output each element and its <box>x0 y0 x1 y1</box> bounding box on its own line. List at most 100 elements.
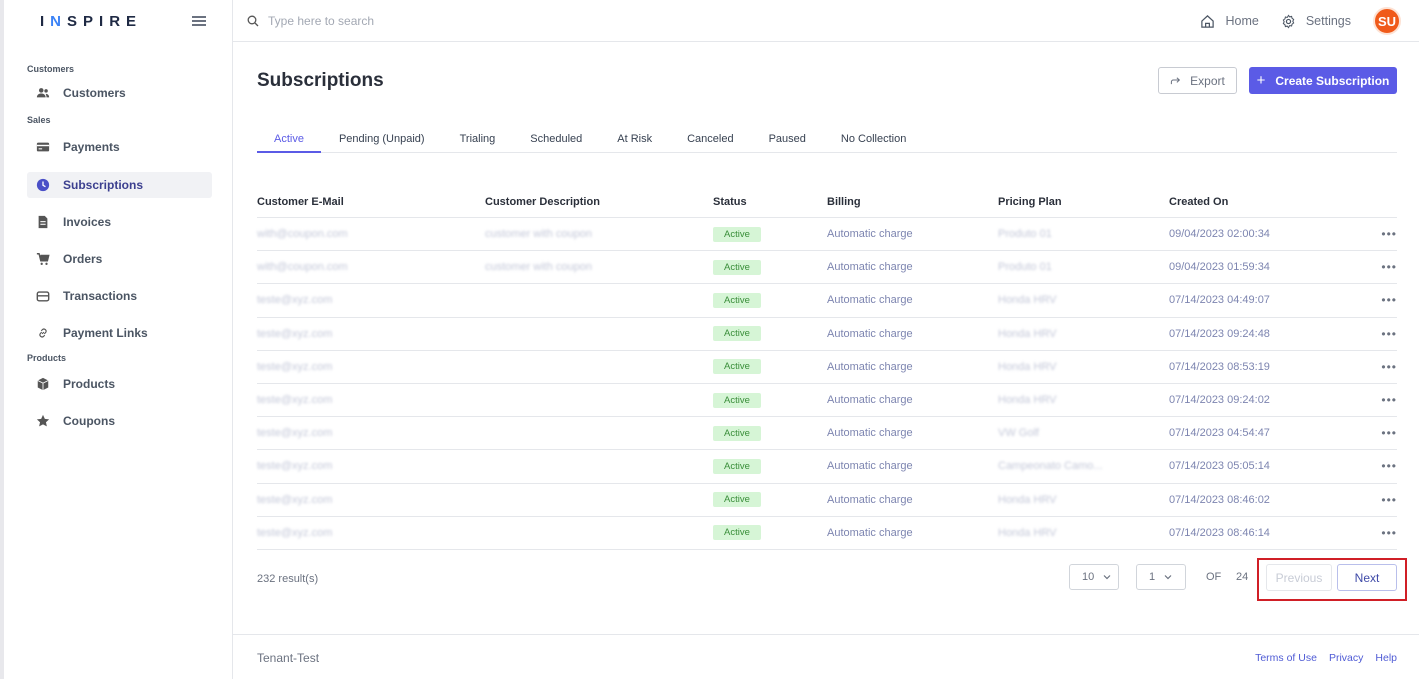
tab-paused[interactable]: Paused <box>752 128 823 153</box>
sidebar-item-label: Invoices <box>63 215 112 229</box>
sidebar-item-transactions[interactable]: Transactions <box>27 283 212 309</box>
cell-billing: Automatic charge <box>827 493 913 506</box>
table-row[interactable]: teste@xyz.com Active Automatic charge Honda… <box>257 384 1397 418</box>
page-footer: Tenant-Test Terms of Use Privacy Help <box>233 634 1419 679</box>
row-actions-menu-icon[interactable]: ••• <box>1359 327 1397 341</box>
total-pages: 24 <box>1236 571 1249 583</box>
cell-email: with@coupon.com <box>257 261 348 274</box>
table-row[interactable]: teste@xyz.com Active Automatic charge Honda… <box>257 318 1397 351</box>
gear-icon <box>1282 14 1295 28</box>
sidebar: INSPIRE Customers Customers Sales Paymen… <box>0 0 233 679</box>
export-icon <box>1171 77 1181 85</box>
cell-pricing-plan: Produto 01 <box>998 228 1052 241</box>
link-icon <box>35 325 51 341</box>
logo-rest: SPIRE <box>67 12 143 30</box>
cell-billing: Automatic charge <box>827 294 913 307</box>
search-input[interactable] <box>268 13 568 28</box>
tab-active[interactable]: Active <box>257 128 321 153</box>
cell-pricing-plan: VW Golf <box>998 427 1039 440</box>
tab-pending-unpaid[interactable]: Pending (Unpaid) <box>322 128 442 153</box>
logo[interactable]: INSPIRE <box>40 13 142 30</box>
settings-link[interactable]: Settings <box>1281 14 1351 29</box>
export-button[interactable]: Export <box>1158 67 1237 94</box>
tab-canceled[interactable]: Canceled <box>670 128 750 153</box>
column-header-pricing-plan[interactable]: Pricing Plan <box>998 196 1169 208</box>
sidebar-item-subscriptions[interactable]: Subscriptions <box>27 172 212 198</box>
page-size-select[interactable]: 10 <box>1069 564 1119 590</box>
row-actions-menu-icon[interactable]: ••• <box>1359 260 1397 274</box>
cell-pricing-plan: Honda HRV <box>998 493 1057 506</box>
tab-at-risk[interactable]: At Risk <box>600 128 669 153</box>
tab-scheduled[interactable]: Scheduled <box>513 128 599 153</box>
cell-created-on: 07/14/2023 08:46:14 <box>1169 526 1270 539</box>
sidebar-item-payment-links[interactable]: Payment Links <box>27 320 212 346</box>
sidebar-item-payments[interactable]: Payments <box>27 134 212 160</box>
status-badge: Active <box>713 458 761 474</box>
tab-trialing[interactable]: Trialing <box>443 128 513 153</box>
settings-label: Settings <box>1305 14 1351 28</box>
table-row[interactable]: teste@xyz.com Active Automatic charge Honda… <box>257 484 1397 517</box>
row-actions-menu-icon[interactable]: ••• <box>1359 360 1397 374</box>
row-actions-menu-icon[interactable]: ••• <box>1359 459 1397 473</box>
topbar-actions: Home Settings SU <box>1200 0 1401 42</box>
column-header-billing[interactable]: Billing <box>827 196 998 208</box>
menu-toggle-icon[interactable] <box>192 16 206 26</box>
cell-created-on: 07/14/2023 04:54:47 <box>1169 427 1270 440</box>
table-row[interactable]: teste@xyz.com Active Automatic charge Campe… <box>257 450 1397 484</box>
cell-billing: Automatic charge <box>827 526 913 539</box>
cell-email: teste@xyz.com <box>257 427 333 440</box>
table-row[interactable]: teste@xyz.com Active Automatic charge Honda… <box>257 517 1397 550</box>
cell-created-on: 07/14/2023 09:24:48 <box>1169 327 1270 340</box>
sidebar-item-orders[interactable]: Orders <box>27 246 212 272</box>
sidebar-item-invoices[interactable]: Invoices <box>27 209 212 235</box>
help-link[interactable]: Help <box>1375 652 1397 664</box>
cell-status: Active <box>713 492 827 508</box>
chevron-down-icon <box>1103 575 1111 580</box>
terms-of-use-link[interactable]: Terms of Use <box>1255 652 1317 664</box>
search-bar <box>247 13 647 28</box>
table-row[interactable]: with@coupon.com customer with coupon Activ… <box>257 218 1397 252</box>
status-badge: Active <box>713 392 761 408</box>
column-header-email[interactable]: Customer E-Mail <box>257 196 485 208</box>
tab-no-collection[interactable]: No Collection <box>824 128 923 153</box>
table-row[interactable]: with@coupon.com customer with coupon Activ… <box>257 251 1397 285</box>
status-badge: Active <box>713 525 761 541</box>
table-row[interactable]: teste@xyz.com Active Automatic charge Honda… <box>257 351 1397 384</box>
sidebar-item-customers[interactable]: Customers <box>27 80 212 106</box>
cell-email: teste@xyz.com <box>257 493 333 506</box>
column-header-created-on[interactable]: Created On <box>1169 196 1359 208</box>
table-row[interactable]: teste@xyz.com Active Automatic charge Honda… <box>257 284 1397 318</box>
create-subscription-label: Create Subscription <box>1275 73 1390 88</box>
row-actions-menu-icon[interactable]: ••• <box>1359 526 1397 540</box>
home-link[interactable]: Home <box>1200 14 1259 29</box>
privacy-link[interactable]: Privacy <box>1329 652 1363 664</box>
column-header-description[interactable]: Customer Description <box>485 196 713 208</box>
table-row[interactable]: teste@xyz.com Active Automatic charge VW Go… <box>257 417 1397 451</box>
cell-billing: Automatic charge <box>827 327 913 340</box>
cell-created-on: 07/14/2023 04:49:07 <box>1169 294 1270 307</box>
cell-billing: Automatic charge <box>827 394 913 407</box>
cell-status: Active <box>713 425 827 441</box>
page-number-select[interactable]: 1 <box>1136 564 1186 590</box>
create-subscription-button[interactable]: + Create Subscription <box>1249 67 1397 94</box>
cell-email: teste@xyz.com <box>257 460 333 473</box>
column-header-status[interactable]: Status <box>713 196 827 208</box>
logo-accent-letter: N <box>50 12 68 30</box>
status-tabs: Active Pending (Unpaid) Trialing Schedul… <box>257 128 1397 153</box>
sidebar-item-products[interactable]: Products <box>27 371 212 397</box>
credit-card-icon <box>35 139 51 155</box>
row-actions-menu-icon[interactable]: ••• <box>1359 393 1397 407</box>
cell-created-on: 07/14/2023 08:53:19 <box>1169 360 1270 373</box>
sidebar-item-coupons[interactable]: Coupons <box>27 408 212 434</box>
page-title: Subscriptions <box>257 70 384 91</box>
row-actions-menu-icon[interactable]: ••• <box>1359 493 1397 507</box>
cell-pricing-plan: Honda HRV <box>998 294 1057 307</box>
cell-status: Active <box>713 359 827 375</box>
row-actions-menu-icon[interactable]: ••• <box>1359 293 1397 307</box>
status-badge: Active <box>713 492 761 508</box>
logo-letter: I <box>40 12 51 30</box>
row-actions-menu-icon[interactable]: ••• <box>1359 426 1397 440</box>
logo-row: INSPIRE <box>4 0 232 42</box>
row-actions-menu-icon[interactable]: ••• <box>1359 227 1397 241</box>
avatar[interactable]: SU <box>1373 7 1401 35</box>
